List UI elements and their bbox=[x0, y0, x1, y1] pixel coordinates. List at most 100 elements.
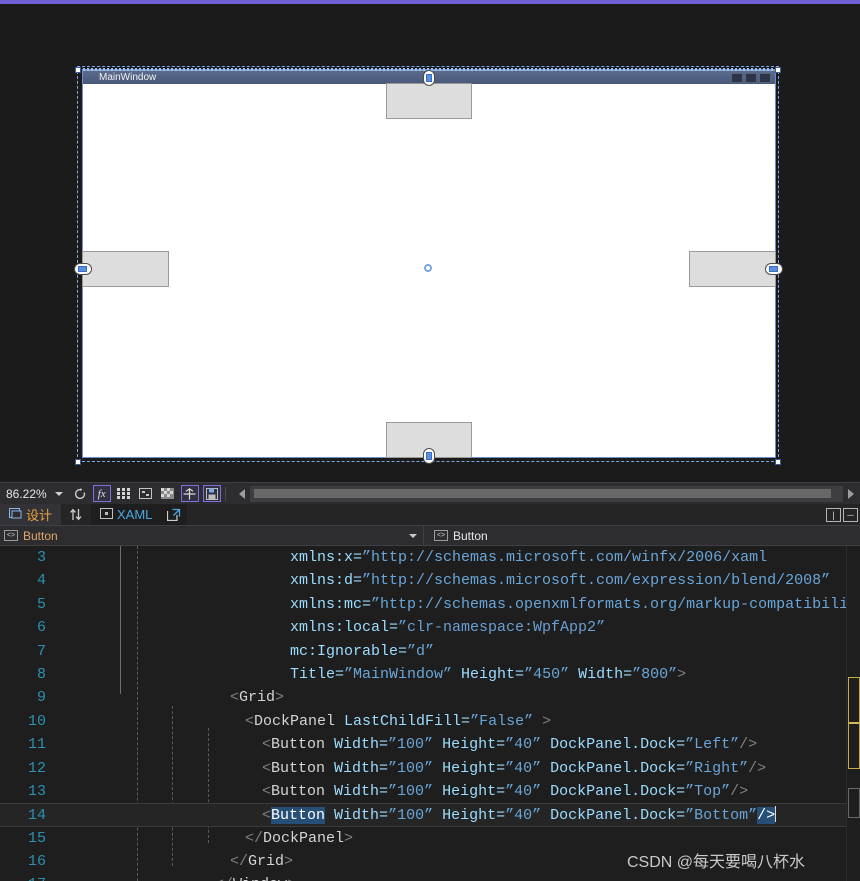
designer-scroll-right-arrow[interactable] bbox=[845, 486, 857, 502]
line-text: <Grid> bbox=[230, 689, 285, 707]
code-line[interactable]: 15 </DockPanel> bbox=[0, 827, 860, 850]
code-element-icon: <> bbox=[434, 530, 448, 541]
line-number: 10 bbox=[27, 712, 46, 730]
snap-grid-icon[interactable] bbox=[137, 485, 155, 502]
dock-adorner-right-icon[interactable] bbox=[765, 261, 783, 277]
design-view-icon bbox=[9, 507, 22, 522]
xaml-code-editor[interactable]: − − 3xmlns:x=”http://schemas.microsoft.c… bbox=[0, 546, 860, 881]
tab-xaml[interactable]: XAML bbox=[91, 504, 162, 525]
grid-icon[interactable] bbox=[115, 485, 133, 502]
resize-handle-bottom-left[interactable] bbox=[75, 459, 81, 465]
line-number: 11 bbox=[27, 736, 46, 754]
close-icon bbox=[759, 73, 771, 83]
breadcrumb-left-dropdown[interactable]: <> Button bbox=[0, 525, 424, 546]
refresh-icon[interactable] bbox=[71, 485, 89, 502]
popout-window-button[interactable] bbox=[161, 504, 188, 525]
code-line[interactable]: 12 <Button Width=”100” Height=”40” DockPa… bbox=[0, 757, 860, 780]
editor-code-lines[interactable]: 3 xmlns:x=”http://schemas.microsoft.com/w… bbox=[0, 546, 860, 881]
resize-handle-top-left[interactable] bbox=[75, 67, 81, 73]
resize-handle-bottom-right[interactable] bbox=[775, 459, 781, 465]
code-line[interactable]: 8 Title=”MainWindow” Height=”450” Width=”… bbox=[0, 663, 860, 686]
line-number: 16 bbox=[27, 853, 46, 871]
code-line[interactable]: 3 xmlns:x=”http://schemas.microsoft.com/w… bbox=[0, 546, 860, 569]
design-button-top[interactable] bbox=[386, 83, 472, 119]
scrollbar-thumb[interactable] bbox=[848, 788, 860, 818]
line-number: 8 bbox=[36, 665, 46, 683]
code-line[interactable]: 10 <DockPanel LastChildFill=”False” > bbox=[0, 710, 860, 733]
code-line[interactable]: 6 xmlns:local=”clr-namespace:WpfApp2” bbox=[0, 616, 860, 639]
maximize-icon bbox=[745, 73, 757, 83]
visual-studio-window: MainWindow 86.22% fx 设计 XAML | ─ <> Butt… bbox=[0, 0, 860, 881]
breadcrumb-left-item[interactable]: <> Button bbox=[0, 526, 62, 546]
line-text: <Button Width=”100” Height=”40” DockPane… bbox=[262, 759, 767, 777]
transparency-icon[interactable] bbox=[159, 485, 177, 502]
code-line[interactable]: 9 <Grid> bbox=[0, 686, 860, 709]
toolbar-separator bbox=[224, 486, 226, 501]
resize-handle-top-right[interactable] bbox=[775, 67, 781, 73]
zoom-selector[interactable]: 86.22% bbox=[4, 487, 63, 501]
designer-horizontal-scrollbar[interactable] bbox=[249, 485, 843, 502]
code-line[interactable]: 5 xmlns:mc=”http://schemas.openxmlformats… bbox=[0, 593, 860, 616]
design-button-left[interactable] bbox=[82, 251, 169, 287]
line-text: xmlns:x=”http://schemas.microsoft.com/wi… bbox=[290, 549, 768, 566]
line-number: 4 bbox=[36, 572, 46, 590]
watermark-text: CSDN @每天要喝八杯水 bbox=[627, 854, 806, 871]
minimize-icon bbox=[731, 73, 743, 83]
line-text: <Button Width=”100” Height=”40” DockPane… bbox=[262, 782, 749, 800]
code-line[interactable]: 13 <Button Width=”100” Height=”40” DockPa… bbox=[0, 780, 860, 803]
code-line[interactable]: 4 xmlns:d=”http://schemas.microsoft.com/e… bbox=[0, 569, 860, 592]
line-text: xmlns:mc=”http://schemas.openxmlformats.… bbox=[290, 595, 860, 613]
effects-fx-icon[interactable]: fx bbox=[92, 485, 111, 502]
line-text: </DockPanel> bbox=[245, 829, 354, 847]
line-text: Title=”MainWindow” Height=”450” Width=”8… bbox=[290, 665, 687, 683]
xaml-designer-surface[interactable]: MainWindow bbox=[0, 4, 860, 482]
chevron-down-icon[interactable] bbox=[54, 491, 63, 496]
code-line[interactable]: 11 <Button Width=”100” Height=”40” DockPa… bbox=[0, 733, 860, 756]
tab-design-label: 设计 bbox=[26, 508, 53, 523]
design-window-buttons bbox=[731, 73, 771, 83]
line-number: 9 bbox=[36, 689, 46, 707]
xaml-view-icon bbox=[100, 507, 114, 522]
designer-toolbar: 86.22% fx bbox=[0, 482, 860, 504]
split-pane-button[interactable]: | bbox=[826, 508, 841, 522]
dock-adorner-top-icon[interactable] bbox=[420, 70, 438, 86]
dock-adorner-bottom-icon[interactable] bbox=[420, 448, 438, 464]
breadcrumb-right-item[interactable]: <> Button bbox=[430, 526, 492, 546]
editor-vertical-scrollbar[interactable] bbox=[846, 546, 860, 881]
fx-label: fx bbox=[97, 487, 106, 500]
line-number: 7 bbox=[36, 642, 46, 660]
line-text: <DockPanel LastChildFill=”False” > bbox=[245, 712, 552, 730]
line-number: 3 bbox=[36, 549, 46, 566]
line-text: mc:Ignorable=”d” bbox=[290, 642, 435, 660]
design-button-right[interactable] bbox=[689, 251, 776, 287]
designer-scroll-left-arrow[interactable] bbox=[236, 486, 248, 502]
layout-center-marker-icon bbox=[424, 264, 432, 272]
line-number: 12 bbox=[27, 759, 46, 777]
code-line[interactable]: 14 <Button Width=”100” Height=”40” DockPa… bbox=[0, 803, 860, 827]
breadcrumb-right-dropdown[interactable]: <> Button bbox=[424, 526, 860, 546]
text-caret bbox=[775, 806, 777, 823]
line-number: 5 bbox=[36, 595, 46, 613]
line-text: xmlns:d=”http://schemas.microsoft.com/ex… bbox=[290, 572, 831, 590]
breadcrumb: <> Button <> Button bbox=[0, 525, 860, 546]
breadcrumb-left-label: Button bbox=[23, 528, 58, 543]
line-text: <Button Width=”100” Height=”40” DockPane… bbox=[262, 736, 758, 754]
code-line[interactable]: 17 </Window> bbox=[0, 873, 860, 881]
code-line[interactable]: 7 mc:Ignorable=”d” bbox=[0, 640, 860, 663]
tab-xaml-label: XAML bbox=[117, 507, 153, 522]
tab-design[interactable]: 设计 bbox=[0, 504, 62, 525]
chevron-down-icon[interactable] bbox=[409, 533, 417, 538]
line-text: <Button Width=”100” Height=”40” DockPane… bbox=[262, 806, 777, 825]
collapse-pane-button[interactable]: ─ bbox=[843, 508, 858, 522]
designer-xaml-tabstrip: 设计 XAML | ─ bbox=[0, 504, 860, 526]
designer-scrollbar-thumb[interactable] bbox=[253, 488, 831, 498]
alignment-icon[interactable] bbox=[180, 485, 199, 502]
save-state-icon[interactable] bbox=[202, 485, 221, 502]
tabstrip-spacer bbox=[187, 504, 826, 525]
line-number: 14 bbox=[27, 807, 46, 825]
dock-adorner-left-icon[interactable] bbox=[74, 261, 92, 277]
breadcrumb-right-label: Button bbox=[453, 528, 488, 543]
swap-panes-button[interactable] bbox=[61, 504, 92, 525]
line-text: </Window> bbox=[215, 873, 296, 881]
line-number: 15 bbox=[27, 829, 46, 847]
